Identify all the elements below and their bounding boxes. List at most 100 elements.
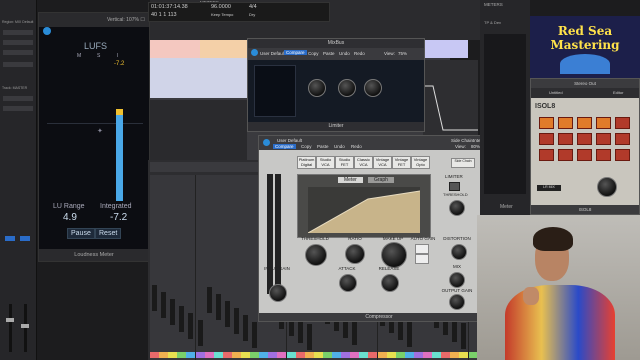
channel-fader[interactable] xyxy=(152,285,157,311)
channel-fader[interactable] xyxy=(306,324,312,350)
undo-button[interactable]: Undo xyxy=(339,51,350,56)
compressor-preset-button[interactable]: Classic VCA xyxy=(354,156,373,169)
inspector-row[interactable] xyxy=(3,30,33,35)
attack-knob[interactable] xyxy=(339,274,357,292)
channel-fader[interactable] xyxy=(243,315,248,341)
channel-fader[interactable] xyxy=(170,299,176,325)
vertical-zoom[interactable]: Vertical: 107% ☐ xyxy=(107,17,145,23)
gain-knob[interactable] xyxy=(308,79,326,97)
output-level-knob[interactable] xyxy=(338,79,356,97)
release-knob[interactable] xyxy=(381,274,399,292)
isol8-band-pad[interactable] xyxy=(596,133,611,145)
compressor-preset-button[interactable]: Vintage Opto xyxy=(411,156,430,169)
ratio-knob[interactable] xyxy=(345,244,365,264)
region[interactable] xyxy=(150,58,247,98)
automation-lane[interactable] xyxy=(423,60,478,140)
makeup-knob[interactable] xyxy=(381,242,407,268)
input-gain-knob[interactable] xyxy=(269,284,287,302)
redo-button[interactable]: Redo xyxy=(351,144,362,149)
redo-button[interactable]: Redo xyxy=(354,51,365,56)
inspector-fader[interactable] xyxy=(21,304,29,352)
distortion-knob[interactable] xyxy=(451,244,467,260)
isol8-band-pad[interactable] xyxy=(539,149,554,161)
compressor-preset[interactable]: User Default xyxy=(277,138,302,143)
mix-knob[interactable] xyxy=(449,272,465,288)
limiter-toggle[interactable] xyxy=(449,182,460,191)
inspector-row[interactable] xyxy=(3,50,33,55)
channel-fader[interactable] xyxy=(224,301,230,327)
channel-fader[interactable] xyxy=(197,320,203,346)
isol8-band-pad[interactable] xyxy=(615,133,630,145)
channel-fader[interactable] xyxy=(352,319,358,345)
graph-tab[interactable]: Graph xyxy=(368,177,394,183)
isol8-mode[interactable]: LR MIX xyxy=(537,185,561,191)
isol8-band-pad[interactable] xyxy=(577,133,592,145)
channel-fader[interactable] xyxy=(233,308,239,334)
limiter-threshold-knob[interactable] xyxy=(449,200,465,216)
compressor-preset-button[interactable]: Studio FET xyxy=(335,156,354,169)
lcd-display[interactable]: 01:01:37:14.38 40 1 1 113 96.0000 Keep T… xyxy=(148,2,330,22)
isol8-band-pad[interactable] xyxy=(539,133,554,145)
channel-color-label xyxy=(413,352,423,358)
region[interactable] xyxy=(423,40,468,58)
copy-button[interactable]: Copy xyxy=(301,144,312,149)
channel-fader[interactable] xyxy=(461,323,467,349)
undo-button[interactable]: Undo xyxy=(334,144,345,149)
inspector-fader[interactable] xyxy=(6,304,14,352)
threshold-knob[interactable] xyxy=(305,244,327,266)
compare-button[interactable]: Compare xyxy=(284,50,307,55)
isol8-band-pad[interactable] xyxy=(596,149,611,161)
release-knob[interactable] xyxy=(364,79,382,97)
pause-button[interactable]: Pause xyxy=(67,228,95,239)
inspector-row[interactable] xyxy=(3,62,33,67)
isol8-band-pad[interactable] xyxy=(615,149,630,161)
compressor-preset-button[interactable]: Platinum Digital xyxy=(297,156,316,169)
channel-fader[interactable] xyxy=(406,321,412,347)
channel-fader[interactable] xyxy=(161,292,167,318)
sidechain-button[interactable]: Side Chain xyxy=(451,158,475,168)
auto-gain-button[interactable] xyxy=(415,244,429,254)
isol8-band-pad[interactable] xyxy=(539,117,554,129)
channel-fader[interactable] xyxy=(188,313,194,339)
region[interactable] xyxy=(200,40,248,58)
auto-gain-button[interactable] xyxy=(415,254,429,264)
compressor-preset-button[interactable]: Vintage VCA xyxy=(373,156,392,169)
isol8-band-pad[interactable] xyxy=(596,117,611,129)
paste-button[interactable]: Paste xyxy=(317,144,329,149)
channel-fader[interactable] xyxy=(215,294,221,320)
inspector-row[interactable] xyxy=(3,106,33,111)
isol8-band-pad[interactable] xyxy=(558,133,573,145)
isol8-gain-knob[interactable] xyxy=(597,177,617,197)
isol8-band-pad[interactable] xyxy=(558,117,573,129)
power-icon[interactable] xyxy=(43,27,51,35)
compressor-preset-button[interactable]: Studio VCA xyxy=(316,156,335,169)
channel-fader[interactable] xyxy=(206,287,212,313)
region-waveform[interactable] xyxy=(150,100,247,160)
compressor-preset-button[interactable]: Vintage FET xyxy=(392,156,411,169)
power-icon[interactable] xyxy=(251,49,258,56)
channel-color-label xyxy=(168,352,178,358)
isol8-view[interactable]: Editor xyxy=(613,90,623,95)
reset-button[interactable]: Reset xyxy=(95,228,122,239)
meter-tab[interactable]: Meter xyxy=(338,177,363,183)
sends-button[interactable] xyxy=(5,236,15,241)
isol8-band-pad[interactable] xyxy=(558,149,573,161)
compare-button[interactable]: Compare xyxy=(273,144,296,149)
isol8-band-pad[interactable] xyxy=(577,117,592,129)
view-value[interactable]: 75% xyxy=(398,51,407,56)
isol8-preset[interactable]: Untitled xyxy=(549,90,563,95)
output-gain-knob[interactable] xyxy=(449,294,465,310)
paste-button[interactable]: Paste xyxy=(323,51,335,56)
sends-button[interactable] xyxy=(20,236,30,241)
channel-fader[interactable] xyxy=(252,322,258,348)
isol8-band-pad[interactable] xyxy=(615,117,630,129)
copy-button[interactable]: Copy xyxy=(308,51,319,56)
inspector-row[interactable] xyxy=(3,96,33,101)
region[interactable] xyxy=(150,40,200,58)
limiter-preset[interactable]: User Default xyxy=(260,51,285,56)
power-icon[interactable] xyxy=(263,139,270,146)
view-value[interactable]: 80% xyxy=(471,144,480,149)
inspector-row[interactable] xyxy=(3,40,33,45)
isol8-band-pad[interactable] xyxy=(577,149,592,161)
channel-fader[interactable] xyxy=(179,306,185,332)
